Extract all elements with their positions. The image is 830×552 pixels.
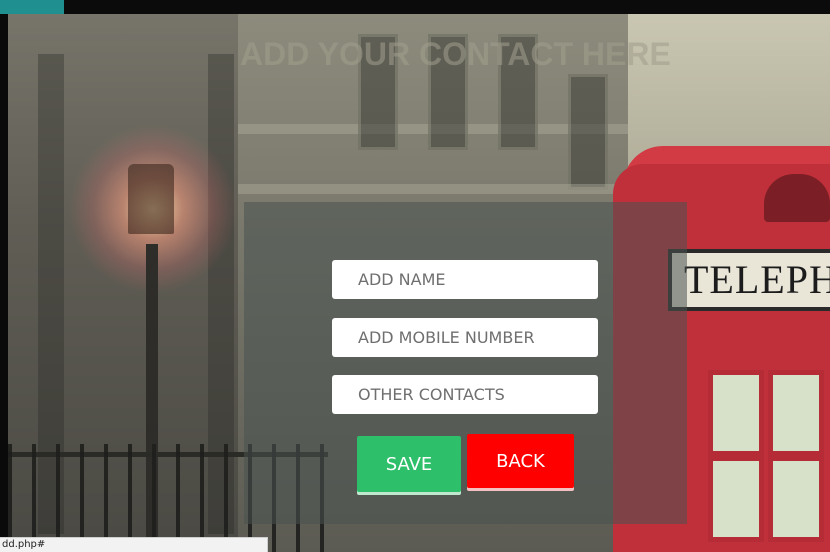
contact-form-panel (244, 202, 687, 524)
phone-booth-window (768, 370, 824, 456)
phone-booth-window (708, 370, 764, 456)
phone-booth-sign-text: TELEPH (684, 257, 830, 302)
crown-emblem (764, 174, 830, 222)
mobile-number-input[interactable] (332, 318, 598, 357)
back-button[interactable]: BACK (467, 434, 574, 488)
street-lamp-head (128, 164, 174, 234)
status-bar-url: dd.php# (0, 537, 268, 552)
browser-top-strip (0, 0, 830, 14)
other-contacts-input[interactable] (332, 375, 598, 414)
page-title: ADD YOUR CONTACT HERE (240, 36, 671, 72)
building-window (568, 74, 608, 190)
phone-booth-sign: TELEPH (668, 249, 830, 311)
active-tab-accent[interactable] (0, 0, 64, 14)
name-input[interactable] (332, 260, 598, 299)
building-cornice (238, 184, 638, 194)
save-button[interactable]: SAVE (357, 436, 461, 492)
phone-booth-window (768, 456, 824, 542)
phone-booth-window (708, 456, 764, 542)
